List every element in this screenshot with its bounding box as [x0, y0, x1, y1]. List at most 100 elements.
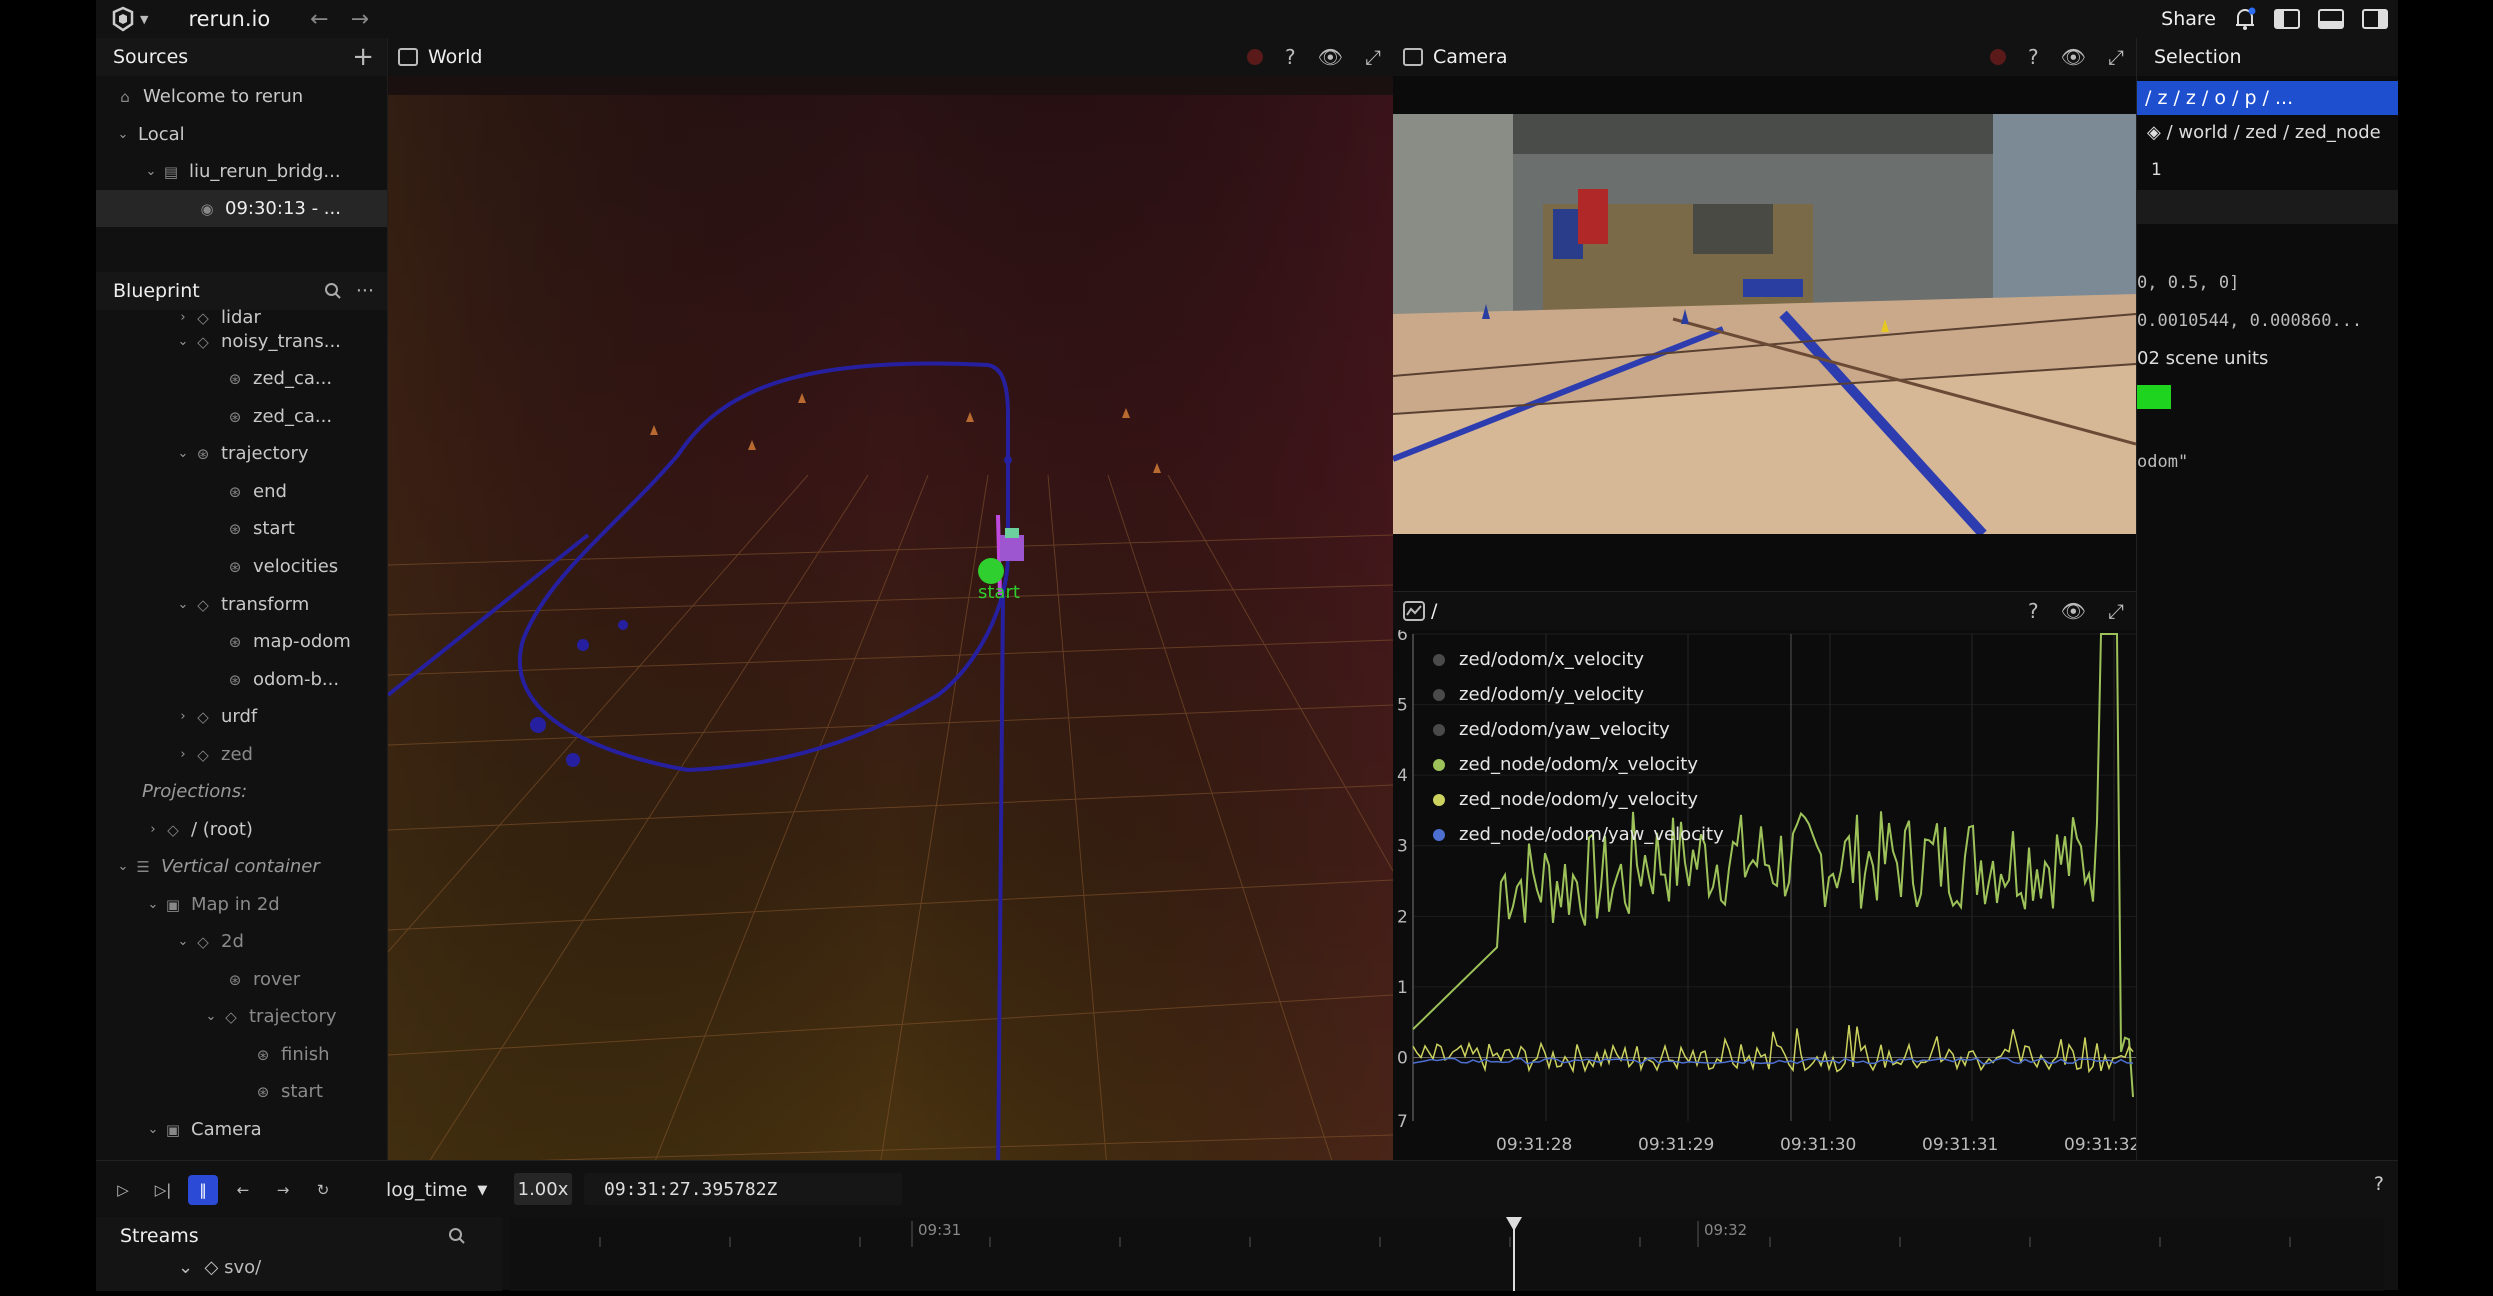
- timeline-selector[interactable]: log_time ▼: [386, 1175, 487, 1205]
- legend-item[interactable]: zed/odom/yaw_velocity: [1433, 712, 1724, 747]
- search-icon[interactable]: [448, 1227, 466, 1245]
- blueprint-item-start[interactable]: ⊛ start: [96, 510, 387, 547]
- chevron-right-icon[interactable]: ›: [174, 747, 192, 762]
- selection-breadcrumb[interactable]: / z / z / o / p / ...: [2137, 81, 2398, 115]
- recording-indicator-icon: [1246, 49, 1263, 65]
- blueprint-item-2d-trajectory[interactable]: ⌄ ◇ trajectory: [96, 998, 387, 1035]
- step-next-button[interactable]: →: [268, 1175, 298, 1205]
- share-button[interactable]: Share: [2161, 8, 2216, 30]
- blueprint-item-root[interactable]: › ◇ / (root): [96, 811, 387, 848]
- top-bar: ▼ rerun.io ←→ Share: [96, 0, 2398, 38]
- chevron-down-icon[interactable]: ⌄: [174, 446, 192, 461]
- sources-item-welcome[interactable]: ⌂ Welcome to rerun: [96, 78, 387, 115]
- selection-divider: [2137, 190, 2398, 224]
- world-view-title[interactable]: World: [428, 46, 482, 68]
- toggle-left-panel-icon[interactable]: [2274, 9, 2300, 29]
- legend-item[interactable]: zed_node/odom/y_velocity: [1433, 782, 1724, 817]
- pause-button[interactable]: ‖: [188, 1175, 218, 1205]
- add-source-icon[interactable]: +: [352, 42, 374, 72]
- chevron-down-icon[interactable]: ⌄: [174, 934, 192, 949]
- current-time-field[interactable]: 09:31:27.395782Z: [584, 1173, 902, 1205]
- play-button[interactable]: ▷: [108, 1175, 138, 1205]
- selection-entity-path[interactable]: ◈ / world / zed / zed_node: [2147, 122, 2381, 143]
- blueprint-item-rover[interactable]: ⊛ rover: [96, 961, 387, 998]
- component-icon: ⊛: [228, 557, 242, 576]
- timeline-track[interactable]: 09:31 09:32: [510, 1217, 2384, 1291]
- help-icon[interactable]: ?: [2028, 599, 2039, 623]
- toggle-right-panel-icon[interactable]: [2362, 9, 2388, 29]
- camera-view[interactable]: Camera ? 👁 ⤢: [1393, 38, 2136, 591]
- help-icon[interactable]: ?: [2028, 45, 2039, 69]
- chevron-down-icon[interactable]: ⌄: [174, 334, 192, 349]
- sources-item-recording[interactable]: ◉ 09:30:13 - ...: [96, 190, 387, 227]
- chevron-down-icon[interactable]: ⌄: [144, 897, 162, 912]
- sources-item-label: liu_rerun_bridg...: [189, 161, 341, 182]
- component-icon: ⊛: [256, 1082, 270, 1101]
- blueprint-item-2d-start[interactable]: ⊛ start: [96, 1073, 387, 1110]
- step-back-button[interactable]: ←: [228, 1175, 258, 1205]
- blueprint-item-odom-base[interactable]: ⊛ odom-b...: [96, 661, 387, 698]
- blueprint-item-zed[interactable]: › ◇ zed: [96, 736, 387, 773]
- chevron-down-icon[interactable]: ⌄: [142, 164, 160, 179]
- blueprint-item-map-in-2d[interactable]: ⌄ ▣ Map in 2d: [96, 886, 387, 923]
- blueprint-item-urdf[interactable]: › ◇ urdf: [96, 698, 387, 735]
- chevron-down-icon[interactable]: ⌄: [144, 1122, 162, 1137]
- blueprint-item-velocities[interactable]: ⊛ velocities: [96, 548, 387, 585]
- visibility-eye-icon[interactable]: 👁: [1318, 45, 1343, 69]
- home-icon: ⌂: [120, 87, 130, 106]
- blueprint-item-trajectory[interactable]: ⌄ ⊛ trajectory: [96, 435, 387, 472]
- legend-item[interactable]: zed/odom/x_velocity: [1433, 642, 1724, 677]
- chevron-down-icon[interactable]: ⌄: [114, 127, 132, 142]
- app-menu-caret-icon[interactable]: ▼: [140, 13, 148, 26]
- timeseries-view[interactable]: / ? 👁 ⤢ 6 5 4 3 2 1 0 7 09:31:28 09:31:29 09:31:3…: [1393, 591, 2136, 1160]
- blueprint-item-zed-camera-1[interactable]: ⊛ zed_ca...: [96, 360, 387, 397]
- visibility-eye-icon[interactable]: 👁: [2061, 599, 2086, 623]
- chevron-down-icon[interactable]: ⌄: [114, 859, 132, 874]
- legend-item[interactable]: zed_node/odom/x_velocity: [1433, 747, 1724, 782]
- back-arrow-icon[interactable]: ←: [310, 7, 350, 32]
- stream-item-svo[interactable]: ⌄ ◇ svo/: [178, 1257, 261, 1278]
- maximize-icon[interactable]: ⤢: [2108, 45, 2124, 69]
- chevron-right-icon[interactable]: ›: [144, 822, 162, 837]
- time-cursor-handle[interactable]: [1506, 1217, 1522, 1231]
- blueprint-item-noisy-transform[interactable]: ⌄ ◇ noisy_trans...: [96, 323, 387, 360]
- camera-view-title[interactable]: Camera: [1433, 46, 1508, 68]
- rerun-logo-icon[interactable]: [110, 6, 136, 32]
- legend-label: zed_node/odom/x_velocity: [1459, 754, 1698, 775]
- chevron-right-icon[interactable]: ›: [174, 709, 192, 724]
- entity-icon: ⊛: [196, 444, 210, 463]
- toggle-bottom-panel-icon[interactable]: [2318, 9, 2344, 29]
- sources-item-recording-file[interactable]: ⌄ ▤ liu_rerun_bridg...: [96, 153, 387, 190]
- step-forward-button[interactable]: ▷|: [148, 1175, 178, 1205]
- legend-item[interactable]: zed_node/odom/yaw_velocity: [1433, 817, 1724, 852]
- sources-title: Sources: [113, 46, 189, 68]
- world-scene[interactable]: start: [388, 76, 1393, 1160]
- help-icon[interactable]: ?: [1285, 45, 1296, 69]
- blueprint-item-finish[interactable]: ⊛ finish: [96, 1036, 387, 1073]
- world-3d-view[interactable]: start World ? 👁 ⤢: [388, 38, 1393, 1160]
- maximize-icon[interactable]: ⤢: [1365, 45, 1381, 69]
- chevron-down-icon[interactable]: ⌄: [174, 597, 192, 612]
- app-url[interactable]: rerun.io: [188, 7, 270, 31]
- legend-label: zed/odom/yaw_velocity: [1459, 719, 1670, 740]
- timeline-tick-label: 09:32: [1704, 1221, 1747, 1239]
- blueprint-item-map-odom[interactable]: ⊛ map-odom: [96, 623, 387, 660]
- blueprint-item-2d[interactable]: ⌄ ◇ 2d: [96, 923, 387, 960]
- blueprint-item-end[interactable]: ⊛ end: [96, 473, 387, 510]
- search-icon[interactable]: [324, 282, 342, 300]
- blueprint-item-vertical-container[interactable]: ⌄ ☰ Vertical container: [96, 848, 387, 885]
- maximize-icon[interactable]: ⤢: [2108, 599, 2124, 623]
- forward-arrow-icon[interactable]: →: [351, 7, 391, 32]
- blueprint-item-camera[interactable]: ⌄ ▣ Camera: [96, 1111, 387, 1148]
- blueprint-item-zed-camera-2[interactable]: ⊛ zed_ca...: [96, 398, 387, 435]
- legend-item[interactable]: zed/odom/y_velocity: [1433, 677, 1724, 712]
- timeseries-view-title[interactable]: /: [1431, 600, 1437, 622]
- visibility-eye-icon[interactable]: 👁: [2061, 45, 2086, 69]
- notification-bell-icon[interactable]: [2234, 7, 2256, 31]
- sources-item-local[interactable]: ⌄ Local: [96, 116, 387, 153]
- help-icon[interactable]: ?: [2374, 1173, 2384, 1195]
- loop-button[interactable]: ↻: [308, 1175, 338, 1205]
- blueprint-item-transform[interactable]: ⌄ ◇ transform: [96, 586, 387, 623]
- playback-speed[interactable]: 1.00x: [514, 1173, 572, 1205]
- chevron-down-icon[interactable]: ⌄: [202, 1009, 220, 1024]
